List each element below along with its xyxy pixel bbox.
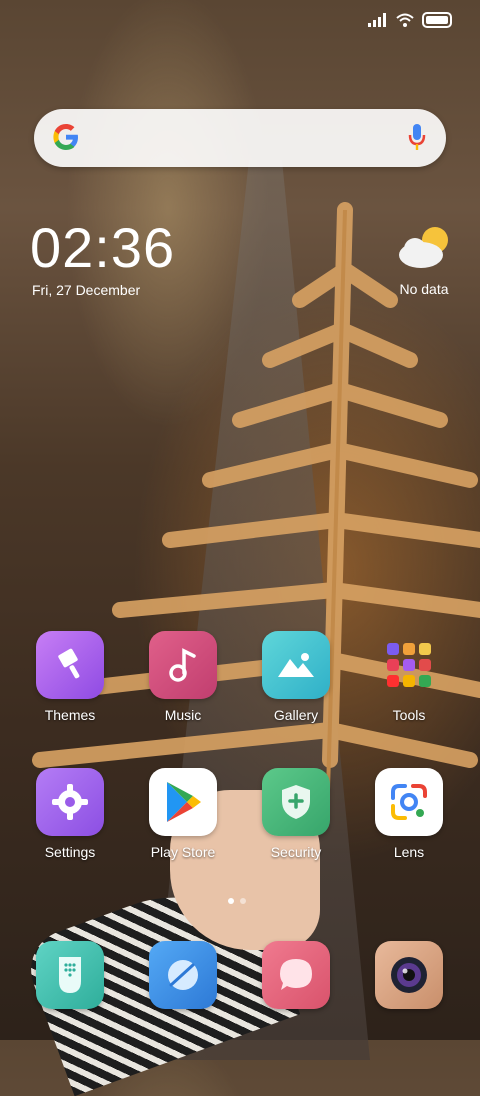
mini-app-icon	[387, 643, 399, 655]
wifi-icon	[396, 13, 414, 27]
app-label: Play Store	[150, 844, 216, 860]
app-label: Tools	[392, 707, 426, 723]
battery-icon	[422, 12, 452, 28]
partly-cloudy-icon[interactable]	[397, 225, 451, 269]
app-tools-folder[interactable]: Tools	[354, 631, 464, 723]
app-gallery[interactable]: Gallery	[241, 631, 351, 723]
page-dot[interactable]	[240, 898, 246, 904]
app-play-store[interactable]: Play Store	[128, 768, 238, 860]
page-indicator[interactable]	[228, 898, 246, 904]
page-dot-active[interactable]	[228, 898, 234, 904]
music-note-icon	[149, 631, 217, 699]
mini-app-icon	[387, 659, 399, 671]
signal-icon	[368, 13, 386, 27]
dock-browser[interactable]	[149, 941, 217, 1009]
mini-app-icon	[419, 643, 431, 655]
app-lens[interactable]: Lens	[354, 768, 464, 860]
mountain-photo-icon	[262, 631, 330, 699]
phone-icon	[59, 957, 81, 993]
paintbrush-icon	[36, 631, 104, 699]
gear-icon	[36, 768, 104, 836]
app-themes[interactable]: Themes	[15, 631, 125, 723]
dock-camera[interactable]	[375, 941, 443, 1009]
app-label: Lens	[393, 844, 425, 860]
mini-app-icon	[419, 675, 431, 687]
app-label: Music	[164, 707, 202, 723]
google-logo	[53, 124, 78, 150]
mic-icon[interactable]	[408, 123, 426, 151]
browser-icon	[168, 960, 198, 990]
app-music[interactable]: Music	[128, 631, 238, 723]
camera-icon	[391, 957, 427, 993]
mini-app-icon	[403, 659, 415, 671]
folder-icon	[375, 631, 443, 699]
status-bar	[368, 12, 452, 28]
app-security[interactable]: Security	[241, 768, 351, 860]
weather-status[interactable]: No data	[384, 281, 464, 297]
mini-app-icon	[403, 643, 415, 655]
lens-icon	[375, 768, 443, 836]
mini-app-icon	[419, 659, 431, 671]
clock-date[interactable]: Fri, 27 December	[32, 282, 140, 298]
dock-messages[interactable]	[262, 941, 330, 1009]
mini-app-icon	[403, 675, 415, 687]
play-store-icon	[149, 768, 217, 836]
shield-icon	[262, 768, 330, 836]
app-label: Themes	[44, 707, 96, 723]
google-search-bar[interactable]	[34, 109, 446, 167]
app-label: Security	[270, 844, 322, 860]
app-label: Gallery	[273, 707, 319, 723]
messages-icon	[280, 959, 312, 990]
clock-time[interactable]: 02:36	[30, 215, 175, 280]
dock-phone[interactable]	[36, 941, 104, 1009]
app-settings[interactable]: Settings	[15, 768, 125, 860]
mini-app-icon	[387, 675, 399, 687]
app-label: Settings	[44, 844, 96, 860]
